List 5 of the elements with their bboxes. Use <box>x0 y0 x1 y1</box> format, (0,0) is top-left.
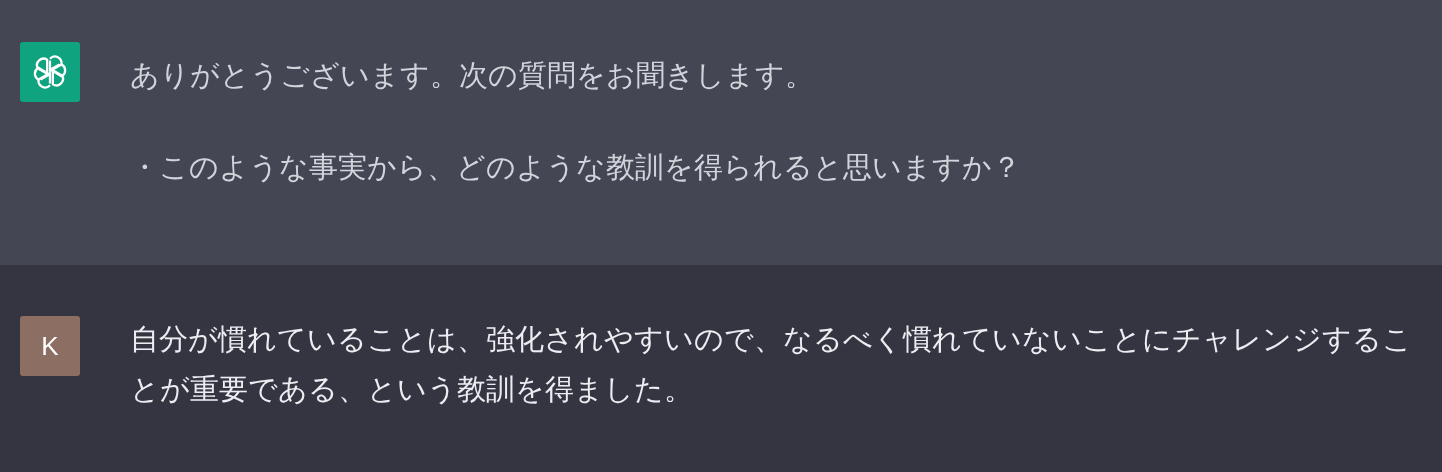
logo-icon <box>31 53 69 91</box>
user-avatar: K <box>20 316 80 376</box>
message-text: 自分が慣れていることは、強化されやすいので、なるべく慣れていないことにチャレンジすることが重要である、という教訓を得ました。 <box>130 322 1413 407</box>
message-text: ありがとうございます。次の質問をお聞きします。 <box>130 58 815 93</box>
message-text: ・このような事実から、どのような教訓を得られると思いますか？ <box>130 150 1022 185</box>
